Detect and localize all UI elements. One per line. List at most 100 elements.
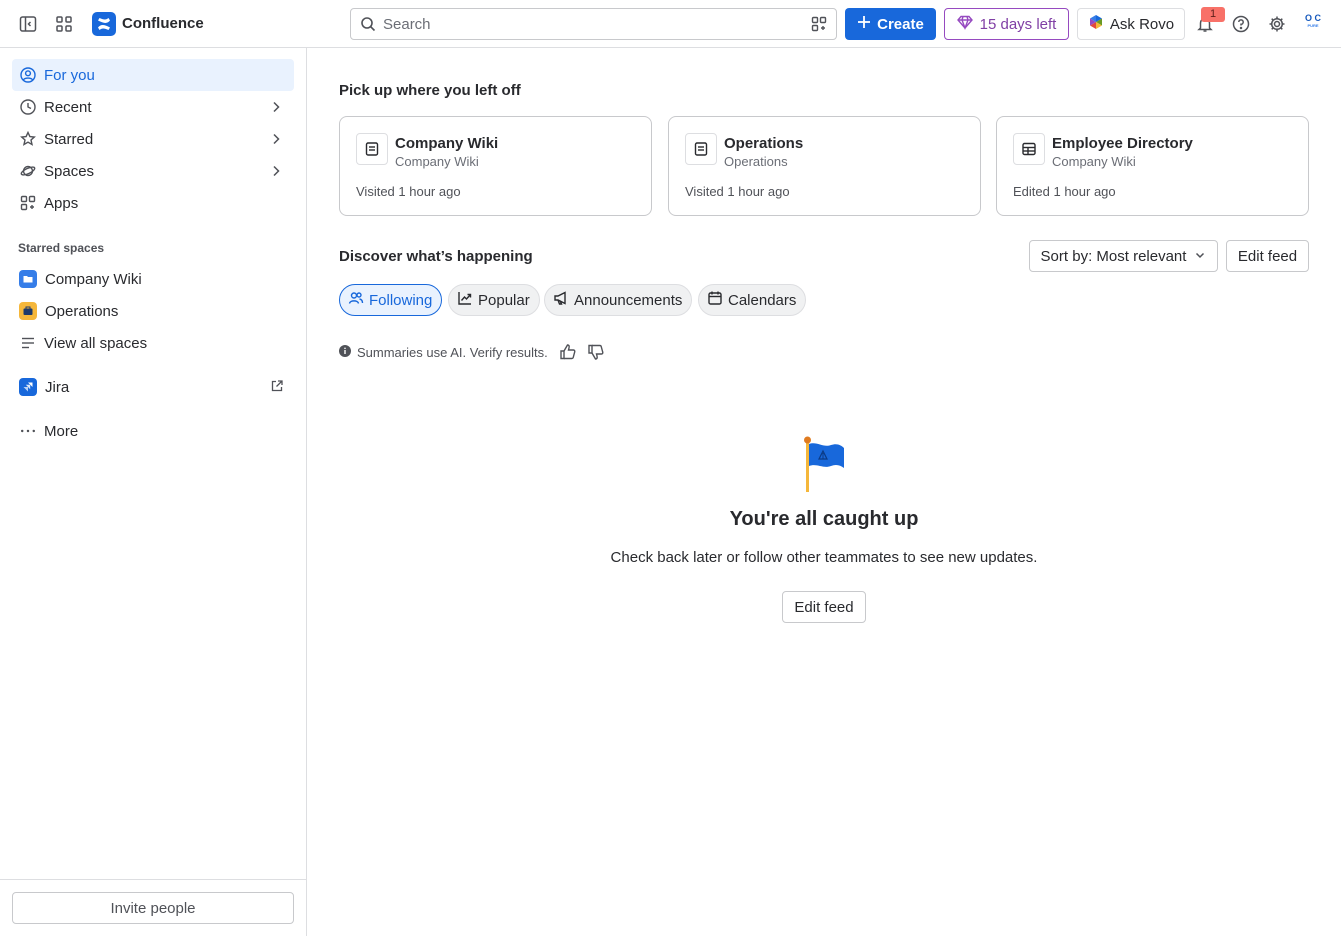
empty-state-text: Check back later or follow other teammat… bbox=[610, 549, 1038, 566]
chevron-down-icon bbox=[1194, 248, 1206, 265]
list-icon bbox=[20, 335, 36, 351]
ai-note-text: Summaries use AI. Verify results. bbox=[357, 345, 548, 360]
ai-disclaimer: Summaries use AI. Verify results. bbox=[339, 345, 548, 360]
app-switcher-icon[interactable] bbox=[52, 12, 76, 36]
sidebar-item-jira[interactable]: Jira bbox=[12, 371, 294, 403]
sidebar-item-for-you[interactable]: For you bbox=[12, 59, 294, 91]
card-title: Operations bbox=[724, 135, 804, 152]
clock-icon bbox=[20, 99, 36, 115]
pickup-heading: Pick up where you left off bbox=[339, 82, 521, 99]
apps-icon bbox=[20, 195, 36, 211]
sidebar-item-apps[interactable]: Apps bbox=[12, 187, 294, 219]
empty-state-title: You're all caught up bbox=[729, 508, 919, 530]
card-title: Company Wiki bbox=[395, 135, 499, 152]
notification-badge: 1 bbox=[1201, 7, 1225, 22]
sidebar-item-label: Apps bbox=[44, 194, 79, 212]
database-icon bbox=[1013, 133, 1045, 165]
sidebar-item-label: Spaces bbox=[44, 162, 95, 180]
search-icon bbox=[360, 16, 376, 35]
edit-feed-button[interactable]: Edit feed bbox=[1226, 240, 1309, 272]
confluence-logo-icon[interactable] bbox=[92, 12, 116, 36]
sidebar-item-label: Recent bbox=[44, 98, 92, 116]
tab-label: Calendars bbox=[728, 291, 797, 309]
chevron-right-icon[interactable] bbox=[268, 131, 284, 151]
people-icon bbox=[348, 290, 364, 310]
sidebar-item-recent[interactable]: Recent bbox=[12, 91, 294, 123]
card-subtitle: Company Wiki bbox=[1052, 154, 1136, 169]
sidebar-item-starred[interactable]: Starred bbox=[12, 123, 294, 155]
search-box[interactable] bbox=[350, 8, 837, 40]
plus-icon bbox=[857, 15, 871, 33]
create-button[interactable]: Create bbox=[845, 8, 936, 40]
sidebar-view-all-spaces[interactable]: View all spaces bbox=[12, 327, 294, 359]
gem-icon bbox=[956, 14, 973, 34]
empty-edit-feed-button[interactable]: Edit feed bbox=[782, 591, 866, 623]
avatar-initials: O C bbox=[1304, 13, 1321, 23]
sidebar-item-label: Company Wiki bbox=[45, 270, 142, 288]
tab-label: Announcements bbox=[574, 291, 683, 309]
megaphone-icon bbox=[553, 290, 569, 310]
sidebar-space-company-wiki[interactable]: Company Wiki bbox=[12, 263, 294, 295]
card-subtitle: Company Wiki bbox=[395, 154, 479, 169]
sort-label: Sort by: Most relevant bbox=[1040, 247, 1187, 265]
chevron-right-icon[interactable] bbox=[268, 163, 284, 183]
user-avatar[interactable]: O C PURE bbox=[1300, 13, 1326, 35]
calendar-icon bbox=[707, 290, 723, 310]
app-name[interactable]: Confluence bbox=[122, 15, 204, 32]
recent-card-company-wiki[interactable]: Company Wiki Company Wiki Visited 1 hour… bbox=[339, 116, 652, 216]
folder-icon bbox=[19, 270, 37, 288]
card-meta: Visited 1 hour ago bbox=[356, 184, 461, 199]
sidebar-space-operations[interactable]: Operations bbox=[12, 295, 294, 327]
sidebar-item-label: More bbox=[44, 422, 79, 440]
sidebar-footer: Invite people bbox=[0, 879, 306, 936]
card-subtitle: Operations bbox=[724, 154, 788, 169]
planet-icon bbox=[20, 163, 36, 179]
rovo-label: Ask Rovo bbox=[1109, 15, 1175, 33]
star-icon bbox=[20, 131, 36, 147]
trial-label: 15 days left bbox=[979, 15, 1057, 33]
search-filter-icon[interactable] bbox=[811, 16, 827, 35]
card-meta: Edited 1 hour ago bbox=[1013, 184, 1116, 199]
recent-card-operations[interactable]: Operations Operations Visited 1 hour ago bbox=[668, 116, 981, 216]
thumbs-down-icon[interactable] bbox=[587, 343, 605, 364]
page-icon bbox=[685, 133, 717, 165]
starred-spaces-heading: Starred spaces bbox=[18, 241, 105, 255]
page-icon bbox=[356, 133, 388, 165]
sidebar-item-label: View all spaces bbox=[44, 334, 148, 352]
chevron-right-icon[interactable] bbox=[268, 99, 284, 119]
user-circle-icon bbox=[20, 67, 36, 83]
jira-logo-icon bbox=[19, 378, 37, 396]
tab-label: Popular bbox=[478, 291, 530, 309]
info-icon bbox=[339, 345, 351, 360]
discover-heading: Discover what’s happening bbox=[339, 248, 533, 265]
flag-illustration-icon bbox=[803, 436, 847, 497]
sidebar-item-spaces[interactable]: Spaces bbox=[12, 155, 294, 187]
tab-popular[interactable]: Popular bbox=[448, 284, 540, 316]
sidebar-item-more[interactable]: More bbox=[12, 415, 294, 447]
sort-dropdown[interactable]: Sort by: Most relevant bbox=[1029, 240, 1218, 272]
external-link-icon[interactable] bbox=[270, 379, 284, 397]
more-dots-icon bbox=[20, 423, 36, 439]
top-navigation: Confluence Create 15 days left Ask Rovo … bbox=[0, 0, 1341, 48]
trial-button[interactable]: 15 days left bbox=[944, 8, 1069, 40]
search-input[interactable] bbox=[383, 9, 803, 39]
invite-people-button[interactable]: Invite people bbox=[12, 892, 294, 924]
sidebar-toggle-icon[interactable] bbox=[16, 12, 40, 36]
rovo-icon bbox=[1088, 14, 1104, 34]
tab-following[interactable]: Following bbox=[339, 284, 443, 316]
thumbs-up-icon[interactable] bbox=[559, 343, 577, 364]
recent-card-employee-directory[interactable]: Employee Directory Company Wiki Edited 1… bbox=[996, 116, 1309, 216]
card-meta: Visited 1 hour ago bbox=[685, 184, 790, 199]
help-icon[interactable] bbox=[1229, 12, 1253, 36]
sidebar-item-label: Jira bbox=[45, 378, 70, 396]
tab-label: Following bbox=[369, 291, 433, 309]
card-title: Employee Directory bbox=[1052, 135, 1193, 152]
sidebar-item-label: For you bbox=[44, 66, 95, 84]
settings-gear-icon[interactable] bbox=[1265, 12, 1289, 36]
tab-announcements[interactable]: Announcements bbox=[544, 284, 693, 316]
sidebar-item-label: Operations bbox=[45, 302, 119, 320]
trend-icon bbox=[457, 290, 473, 310]
ask-rovo-button[interactable]: Ask Rovo bbox=[1077, 8, 1185, 40]
avatar-caption: PURE bbox=[1307, 23, 1319, 28]
tab-calendars[interactable]: Calendars bbox=[698, 284, 807, 316]
